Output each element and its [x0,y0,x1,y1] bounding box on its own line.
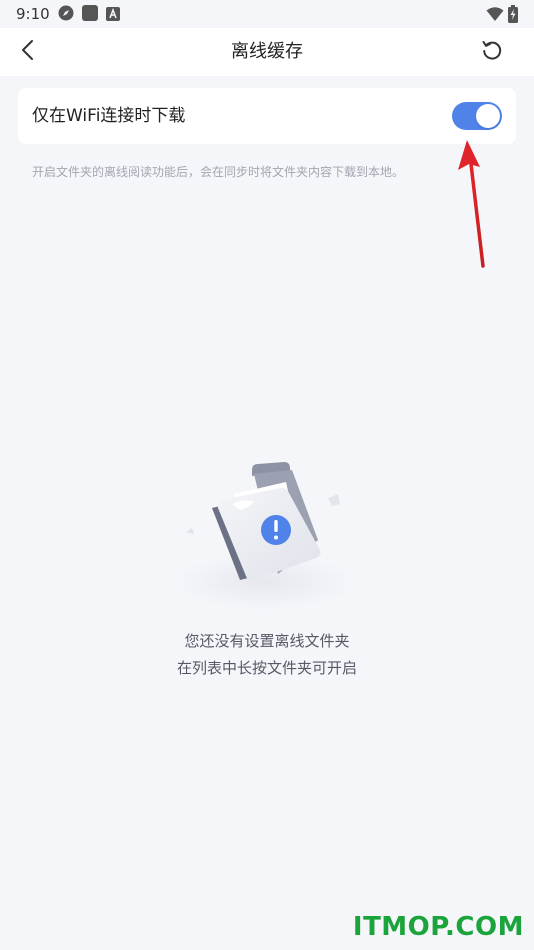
battery-charging-icon [508,5,518,27]
compass-icon [58,5,74,25]
a-badge-icon [106,6,120,25]
wifi-only-download-toggle[interactable] [452,102,502,130]
empty-state-illustration [168,458,368,618]
empty-state-subtitle: 在列表中长按文件夹可开启 [176,659,357,677]
empty-state-title: 您还没有设置离线文件夹 [184,632,350,650]
toggle-knob [476,104,500,128]
refresh-icon [481,39,503,65]
square-app-icon [82,5,98,25]
status-time: 9:10 [16,5,50,23]
red-arrow-annotation [458,140,485,268]
chevron-left-icon [21,39,35,65]
nav-bar: 离线缓存 [0,28,534,76]
back-button[interactable] [12,36,44,68]
status-icons-left [58,5,120,25]
wifi-only-download-setting: 仅在WiFi连接时下载 [18,88,516,144]
status-bar: 9:10 [0,0,534,28]
wifi-only-download-label: 仅在WiFi连接时下载 [32,106,186,126]
status-icons-right [486,5,518,27]
page-title: 离线缓存 [231,41,303,62]
site-watermark: ITMOP.COM [352,912,524,942]
wifi-icon [486,6,504,26]
refresh-button[interactable] [478,38,506,66]
folder-warning-icon [172,462,356,610]
offline-hint-text: 开启文件夹的离线阅读功能后，会在同步时将文件夹内容下载到本地。 [32,165,405,179]
